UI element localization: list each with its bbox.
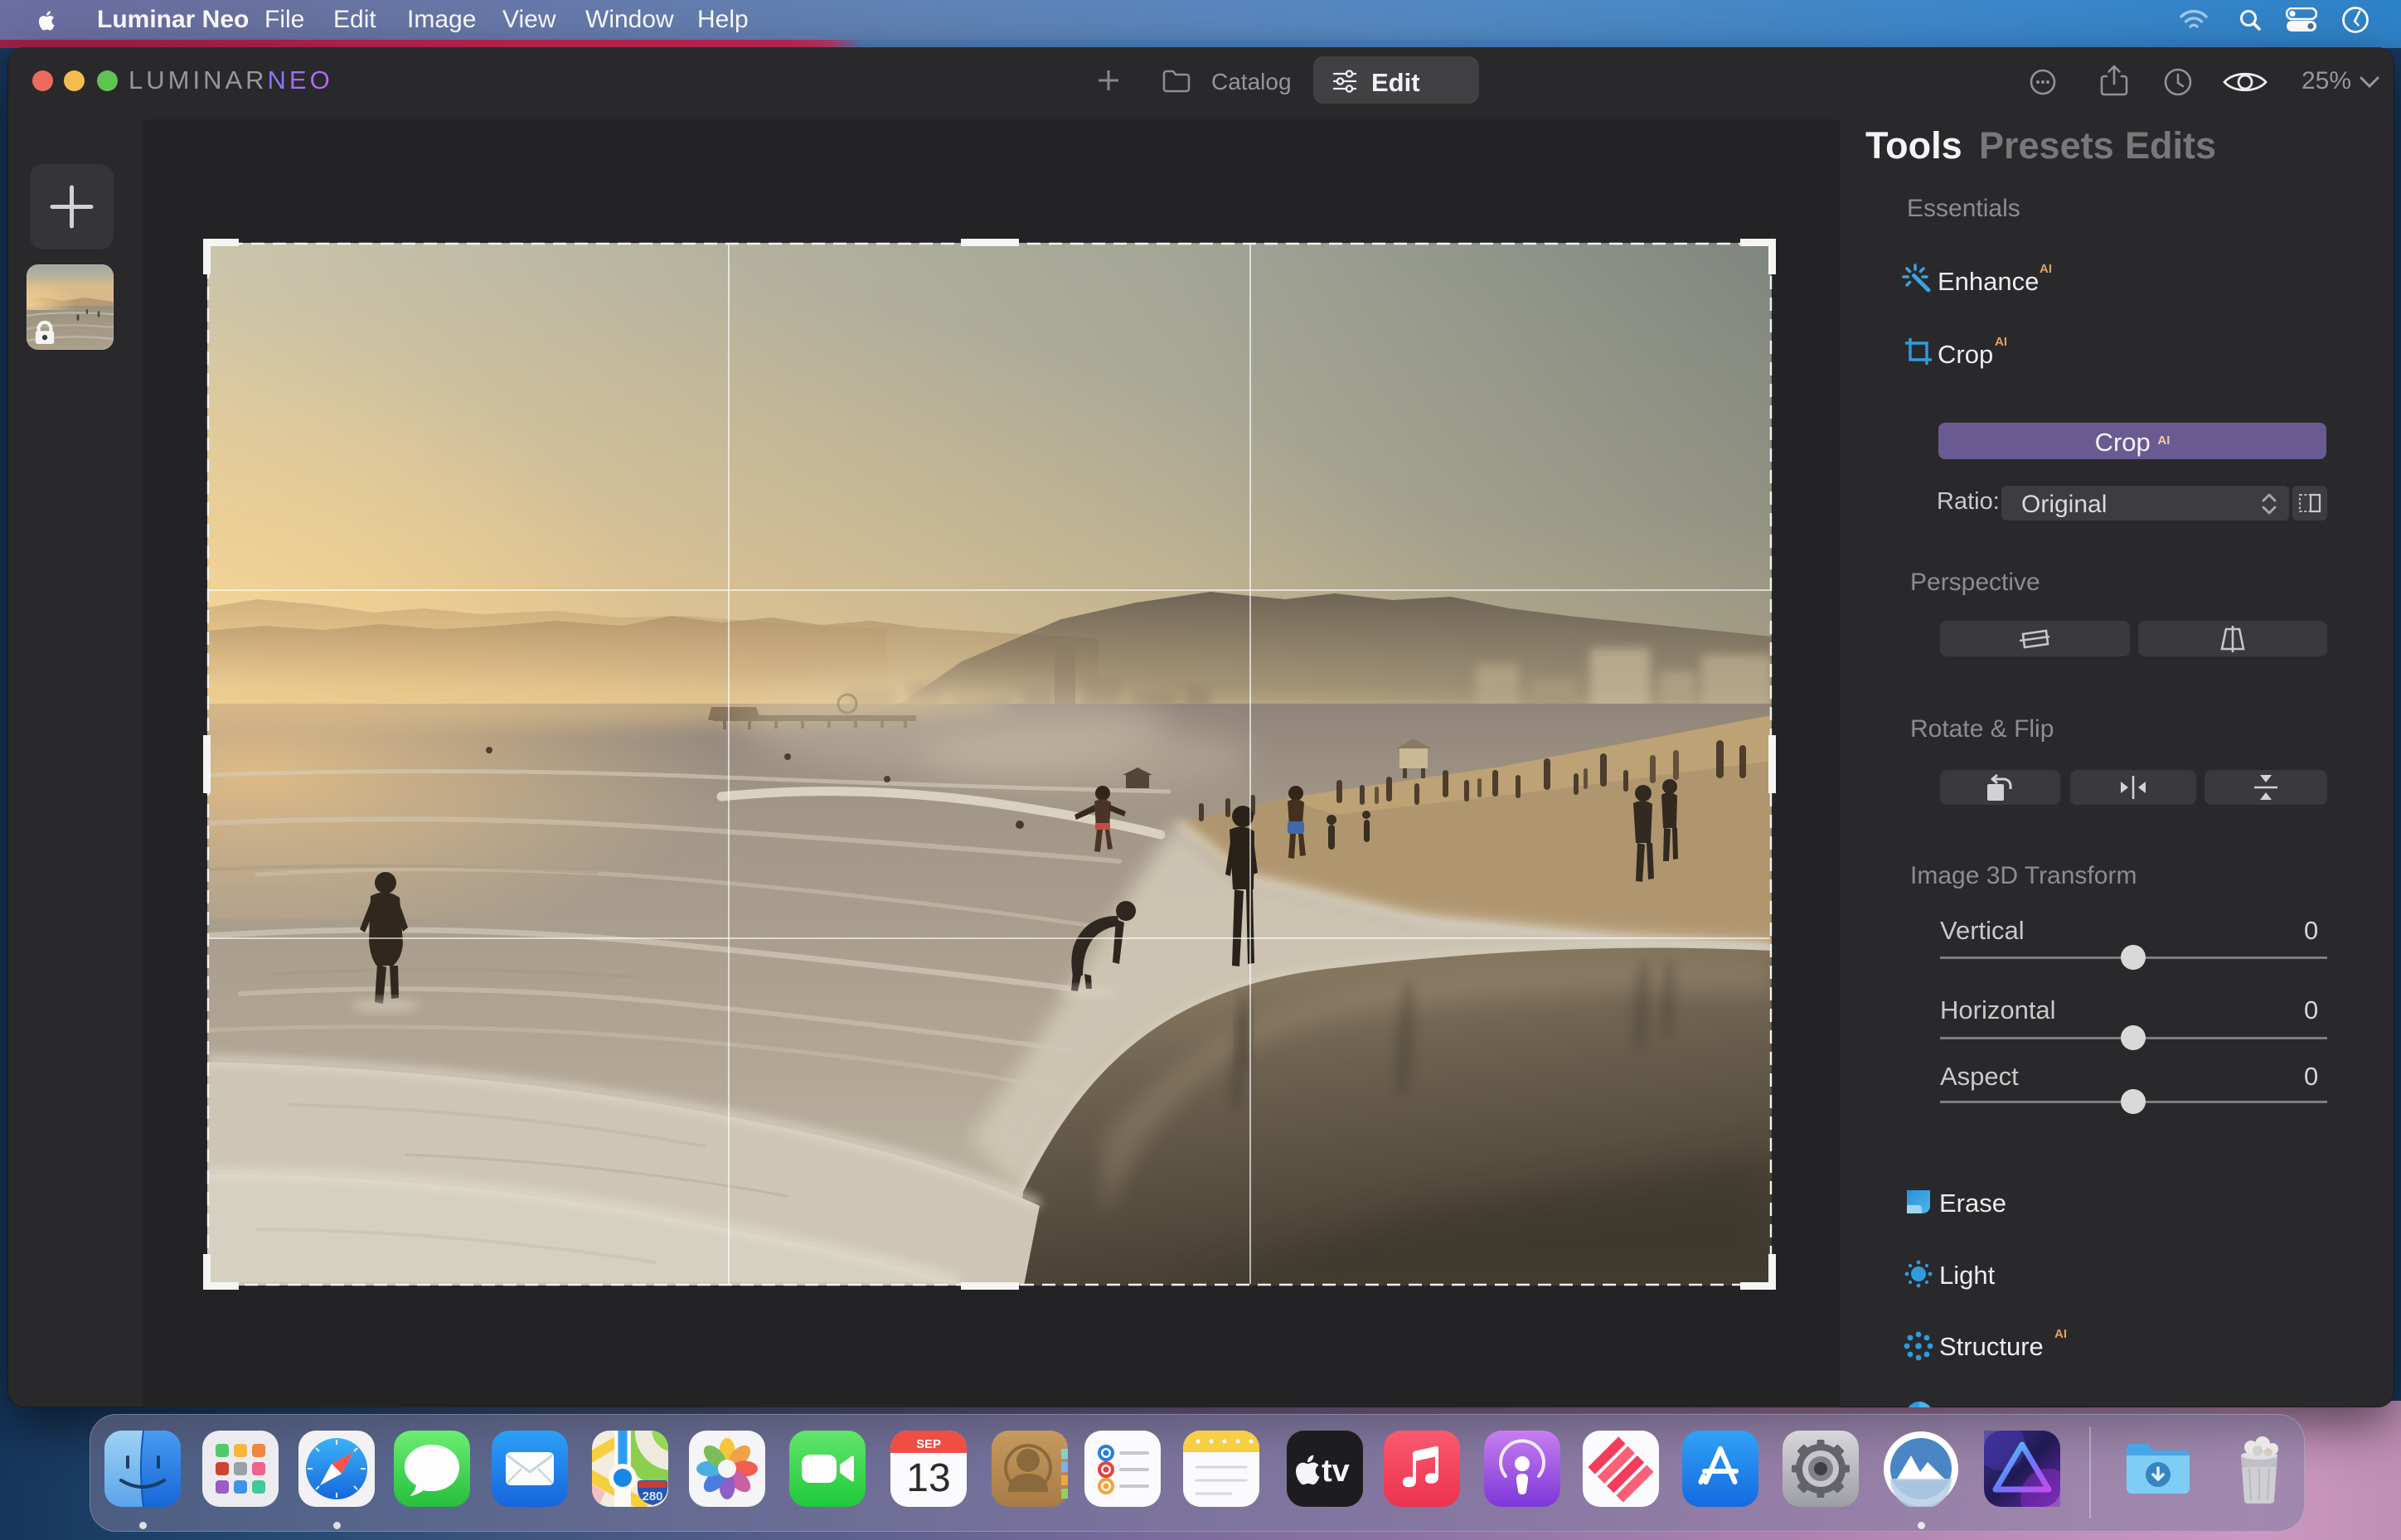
svg-text:13: 13: [906, 1456, 950, 1500]
svg-text:SEP: SEP: [916, 1437, 941, 1451]
svg-text:tv: tv: [1322, 1454, 1350, 1489]
svg-text:280: 280: [642, 1489, 662, 1504]
